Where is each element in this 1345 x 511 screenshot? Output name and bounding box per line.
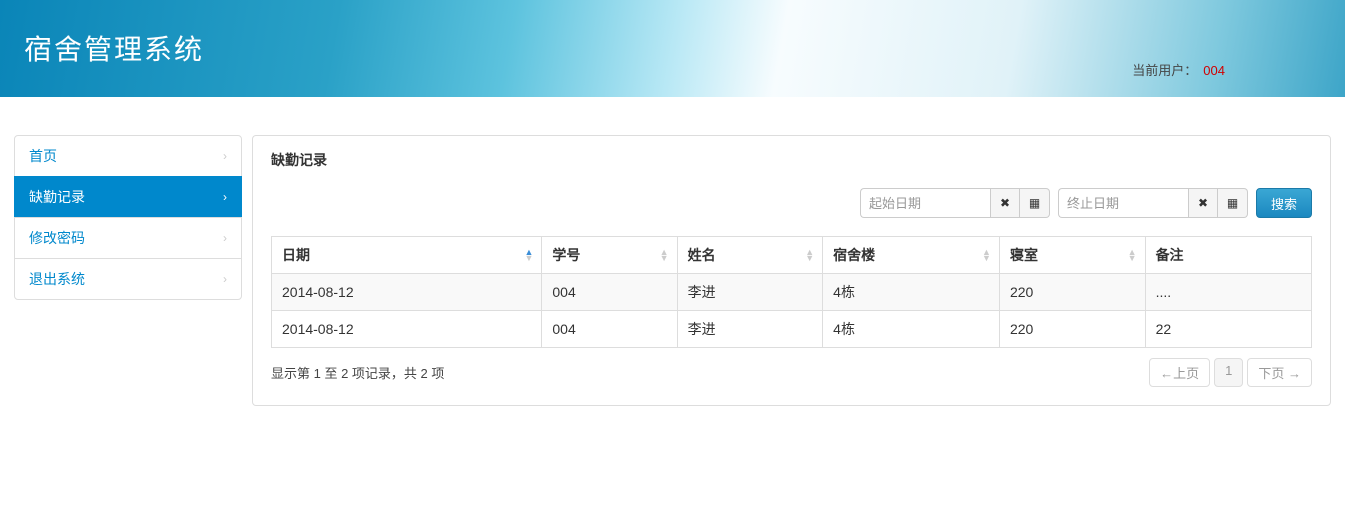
sidebar-item-password[interactable]: 修改密码 › [14,217,242,259]
panel-title: 缺勤记录 [271,150,1312,170]
sidebar-item-logout[interactable]: 退出系统 › [14,258,242,300]
start-date-input[interactable] [860,188,990,218]
sidebar-item-label: 退出系统 [29,269,85,289]
clear-start-date-button[interactable]: ✖ [990,188,1020,218]
cell-student-id: 004 [542,311,677,348]
sort-icon: ▲▼ [805,249,814,261]
cell-room: 220 [999,311,1145,348]
cell-note: 22 [1145,311,1311,348]
close-icon: ✖ [1000,196,1010,210]
col-student-id[interactable]: 学号 ▲▼ [542,237,677,274]
table-info: 显示第 1 至 2 项记录，共 2 项 [271,363,444,382]
cell-note: .... [1145,274,1311,311]
start-date-group: ✖ ▦ [860,188,1050,218]
sidebar: 首页 › 缺勤记录 › 修改密码 › 退出系统 › [14,135,242,406]
close-icon: ✖ [1198,196,1208,210]
cell-name: 李进 [677,274,823,311]
table-footer: 显示第 1 至 2 项记录，共 2 项 ←上页 1 下页 → [271,358,1312,387]
chevron-right-icon: › [223,149,227,163]
current-user-label: 当前用户： [1132,63,1197,78]
current-user-id: 004 [1203,63,1225,78]
end-date-input[interactable] [1058,188,1188,218]
current-user: 当前用户： 004 [1132,60,1225,79]
page-number-button[interactable]: 1 [1214,358,1243,387]
col-note: 备注 [1145,237,1311,274]
next-page-button[interactable]: 下页 → [1247,358,1312,387]
sidebar-item-label: 首页 [29,146,57,166]
col-date[interactable]: 日期 ▲▼ [272,237,542,274]
table-row: 2014-08-12 004 李进 4栋 220 .... [272,274,1312,311]
search-button[interactable]: 搜索 [1256,188,1312,218]
pagination: ←上页 1 下页 → [1149,358,1312,387]
chevron-right-icon: › [223,272,227,286]
col-building[interactable]: 宿舍楼 ▲▼ [823,237,1000,274]
sort-icon: ▲▼ [982,249,991,261]
prev-page-button[interactable]: ←上页 [1149,358,1210,387]
app-title: 宿舍管理系统 [0,0,1345,68]
records-table: 日期 ▲▼ 学号 ▲▼ 姓名 ▲▼ 宿舍楼 ▲▼ [271,236,1312,348]
chevron-right-icon: › [223,190,227,204]
sort-icon: ▲▼ [1128,249,1137,261]
chevron-right-icon: › [223,231,227,245]
start-date-picker-button[interactable]: ▦ [1020,188,1050,218]
main-panel: 缺勤记录 ✖ ▦ ✖ ▦ 搜索 日期 ▲▼ [252,135,1331,406]
cell-name: 李进 [677,311,823,348]
cell-room: 220 [999,274,1145,311]
sort-icon: ▲▼ [524,249,533,261]
calendar-grid-icon: ▦ [1029,196,1040,210]
cell-building: 4栋 [823,311,1000,348]
clear-end-date-button[interactable]: ✖ [1188,188,1218,218]
filter-toolbar: ✖ ▦ ✖ ▦ 搜索 [271,188,1312,218]
table-row: 2014-08-12 004 李进 4栋 220 22 [272,311,1312,348]
sidebar-item-label: 修改密码 [29,228,85,248]
sort-icon: ▲▼ [660,249,669,261]
calendar-grid-icon: ▦ [1227,196,1238,210]
sidebar-item-home[interactable]: 首页 › [14,135,242,177]
sidebar-item-absence[interactable]: 缺勤记录 › [14,176,242,218]
col-name[interactable]: 姓名 ▲▼ [677,237,823,274]
cell-building: 4栋 [823,274,1000,311]
table-header-row: 日期 ▲▼ 学号 ▲▼ 姓名 ▲▼ 宿舍楼 ▲▼ [272,237,1312,274]
sidebar-item-label: 缺勤记录 [29,187,85,207]
col-room[interactable]: 寝室 ▲▼ [999,237,1145,274]
app-header: 宿舍管理系统 当前用户： 004 [0,0,1345,97]
cell-date: 2014-08-12 [272,311,542,348]
end-date-picker-button[interactable]: ▦ [1218,188,1248,218]
end-date-group: ✖ ▦ [1058,188,1248,218]
cell-date: 2014-08-12 [272,274,542,311]
cell-student-id: 004 [542,274,677,311]
